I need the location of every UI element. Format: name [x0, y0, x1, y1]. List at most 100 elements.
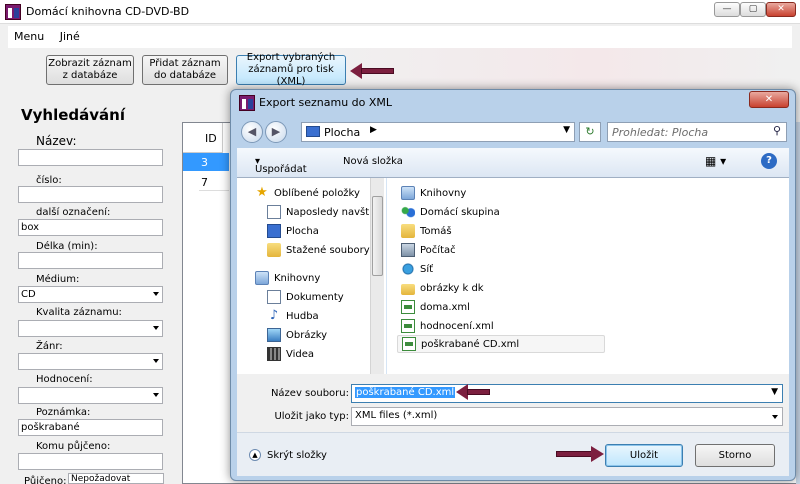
dialog-toolbar: Uspořádat ▾ Nová složka ▦ ▾ ? [237, 148, 789, 178]
list-item[interactable]: hodnocení.xml [401, 317, 494, 335]
medium-label: Médium: [36, 274, 80, 285]
view-options-icon[interactable]: ▦ ▾ [705, 154, 726, 168]
list-item[interactable]: obrázky k dk [401, 279, 484, 297]
filetype-select[interactable]: XML files (*.xml) [351, 407, 783, 426]
show-record-button[interactable]: Zobrazit záznam z databáze [46, 55, 134, 85]
list-item[interactable]: Síť [401, 260, 433, 278]
xml-file-icon [401, 300, 415, 314]
maximize-icon[interactable]: ▢ [740, 2, 766, 17]
forward-icon[interactable]: ▶ [265, 121, 287, 143]
address-bar[interactable]: Plocha ▶ ▼ [301, 122, 575, 142]
nav-recent[interactable]: Naposledy navšt [267, 203, 369, 221]
desktop-icon [267, 224, 281, 238]
list-item[interactable]: doma.xml [401, 298, 470, 316]
name-label: Název: [36, 134, 77, 148]
menu-item-menu[interactable]: Menu [8, 26, 50, 47]
back-icon[interactable]: ◀ [241, 121, 263, 143]
downloads-icon [267, 243, 281, 257]
number-input[interactable] [18, 186, 163, 203]
save-button[interactable]: Uložit [605, 444, 683, 467]
nav-scrollbar-thumb[interactable] [372, 196, 383, 276]
nav-pictures[interactable]: Obrázky [267, 326, 327, 344]
dialog-bottom-pane: Název souboru: poškrabané CD.xml ▼ Uložit… [237, 374, 789, 476]
app-icon [5, 4, 21, 20]
quality-select[interactable] [18, 320, 163, 337]
cancel-button[interactable]: Storno [695, 444, 775, 467]
other-label: další označení: [36, 207, 111, 218]
medium-select[interactable]: CD [18, 286, 163, 303]
export-xml-button[interactable]: Export vybraných záznamů pro tisk (XML) [236, 52, 346, 87]
nav-music[interactable]: ♪ Hudba [267, 307, 319, 325]
user-folder-icon [401, 224, 415, 238]
help-icon[interactable]: ? [761, 153, 777, 169]
hide-folders-button[interactable]: ▲ Skrýt složky [249, 449, 327, 461]
rating-label: Hodnocení: [36, 374, 93, 385]
lent-input[interactable] [18, 453, 163, 470]
list-item[interactable]: Tomáš [401, 222, 452, 240]
filename-input[interactable]: poškrabané CD.xml ▼ [351, 384, 783, 403]
list-item[interactable]: Knihovny [401, 184, 466, 202]
name-input[interactable] [18, 149, 163, 166]
homegroup-icon [401, 205, 415, 219]
export-dialog: Export seznamu do XML ✕ ◀ ▶ Plocha ▶ ▼ ↻… [230, 89, 796, 481]
dialog-close-icon[interactable]: ✕ [749, 91, 789, 108]
search-title: Vyhledávání [21, 106, 125, 124]
video-icon [267, 347, 281, 361]
nav-scrollbar[interactable] [370, 178, 384, 374]
search-icon: ⚲ [772, 124, 781, 137]
music-icon: ♪ [269, 308, 279, 323]
organize-button[interactable]: Uspořádat ▾ [255, 156, 307, 175]
note-input[interactable]: poškrabané [18, 419, 163, 436]
grid-header-id[interactable]: ID [183, 123, 223, 153]
new-folder-button[interactable]: Nová složka [343, 156, 403, 167]
table-row[interactable]: 3 [199, 153, 229, 171]
collapse-icon: ▲ [249, 449, 261, 461]
list-item[interactable]: Domácí skupina [401, 203, 500, 221]
chevron-down-icon[interactable]: ▼ [771, 387, 778, 397]
recent-places-icon [267, 205, 281, 219]
menu-bar: Menu Jiné [8, 26, 792, 48]
nav-downloads[interactable]: Stažené soubory [267, 241, 370, 259]
dialog-content: ★ Oblíbené položky Naposledy navšt Plocha… [237, 178, 789, 374]
dialog-title: Export seznamu do XML [259, 96, 393, 109]
table-row[interactable]: 7 [199, 173, 229, 191]
computer-icon [401, 243, 415, 257]
refresh-icon[interactable]: ↻ [579, 122, 601, 142]
main-titlebar: Domácí knihovna CD-DVD-BD — ▢ ✕ [0, 0, 800, 24]
star-icon: ★ [256, 185, 268, 200]
nav-libraries[interactable]: Knihovny [255, 269, 320, 287]
minimize-icon[interactable]: — [714, 2, 740, 17]
note-label: Poznámka: [36, 407, 91, 418]
nav-video[interactable]: Videa [267, 345, 314, 363]
libraries-icon [401, 186, 415, 200]
grid-edge [796, 122, 800, 484]
desktop-icon [306, 126, 320, 137]
lent-label: Komu půjčeno: [36, 441, 111, 452]
nav-favorites[interactable]: ★ Oblíbené položky [255, 184, 360, 202]
network-icon [401, 262, 415, 276]
documents-icon [267, 290, 281, 304]
genre-label: Žánr: [36, 341, 63, 352]
annotation-arrow-filename [456, 384, 490, 400]
length-label: Délka (min): [36, 241, 98, 252]
other-input[interactable]: box [18, 219, 163, 236]
libraries-icon [255, 271, 269, 285]
annotation-arrow-export [350, 63, 394, 79]
close-icon[interactable]: ✕ [766, 2, 796, 17]
length-input[interactable] [18, 252, 163, 269]
chevron-down-icon [772, 415, 778, 419]
nav-documents[interactable]: Dokumenty [267, 288, 344, 306]
list-item-selected[interactable]: poškrabané CD.xml [397, 335, 605, 353]
rating-select[interactable] [18, 387, 163, 404]
list-item[interactable]: Počítač [401, 241, 456, 259]
dialog-search-input[interactable]: Prohledat: Plocha ⚲ [607, 122, 787, 142]
chevron-down-icon[interactable]: ▼ [563, 125, 570, 135]
row-selector[interactable] [183, 153, 199, 171]
menu-item-other[interactable]: Jiné [54, 26, 86, 47]
annotation-arrow-save [556, 446, 604, 462]
nav-desktop[interactable]: Plocha [267, 222, 319, 240]
chevron-down-icon [153, 326, 159, 330]
genre-select[interactable] [18, 353, 163, 370]
borrowed-select[interactable]: Nepožadovat [68, 473, 164, 484]
add-record-button[interactable]: Přidat záznam do databáze [142, 55, 228, 85]
